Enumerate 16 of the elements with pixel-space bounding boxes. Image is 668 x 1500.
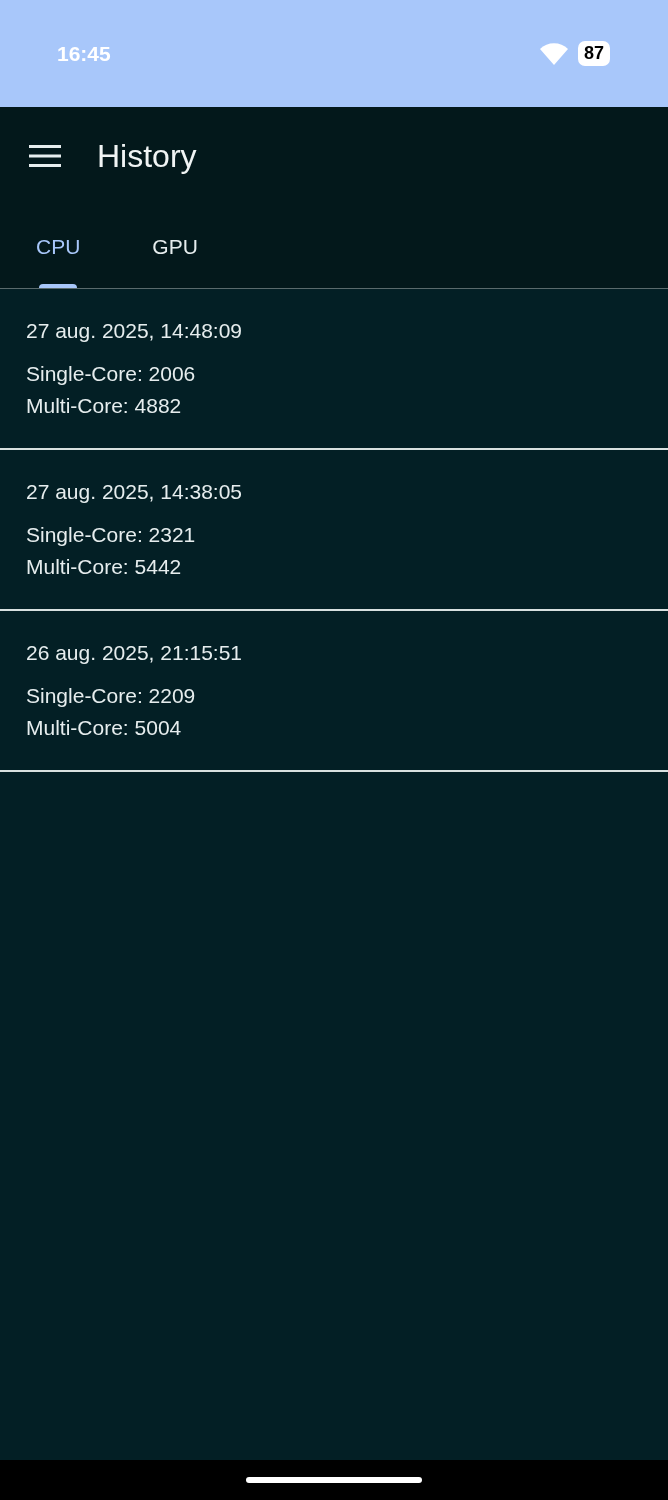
single-core-score: Single-Core: 2006 (26, 361, 197, 387)
entry-date: 27 aug. 2025, 14:38:05 (26, 480, 244, 504)
entry-date: 27 aug. 2025, 14:48:09 (26, 319, 244, 343)
screen-title: History (97, 137, 197, 175)
menu-icon[interactable] (29, 144, 61, 168)
single-core-score: Single-Core: 2321 (26, 522, 197, 548)
single-core-score: Single-Core: 2209 (26, 683, 197, 709)
entry-date: 26 aug. 2025, 21:15:51 (26, 641, 244, 665)
wifi-icon (539, 42, 568, 65)
battery-level: 87 (577, 41, 610, 66)
multi-core-score: Multi-Core: 4882 (26, 393, 183, 419)
tab[interactable]: GPU (116, 205, 234, 288)
status-time: 16:45 (57, 41, 111, 66)
tab[interactable]: CPU (0, 205, 117, 288)
multi-core-score: Multi-Core: 5004 (26, 715, 183, 741)
multi-core-score: Multi-Core: 5442 (26, 554, 183, 580)
